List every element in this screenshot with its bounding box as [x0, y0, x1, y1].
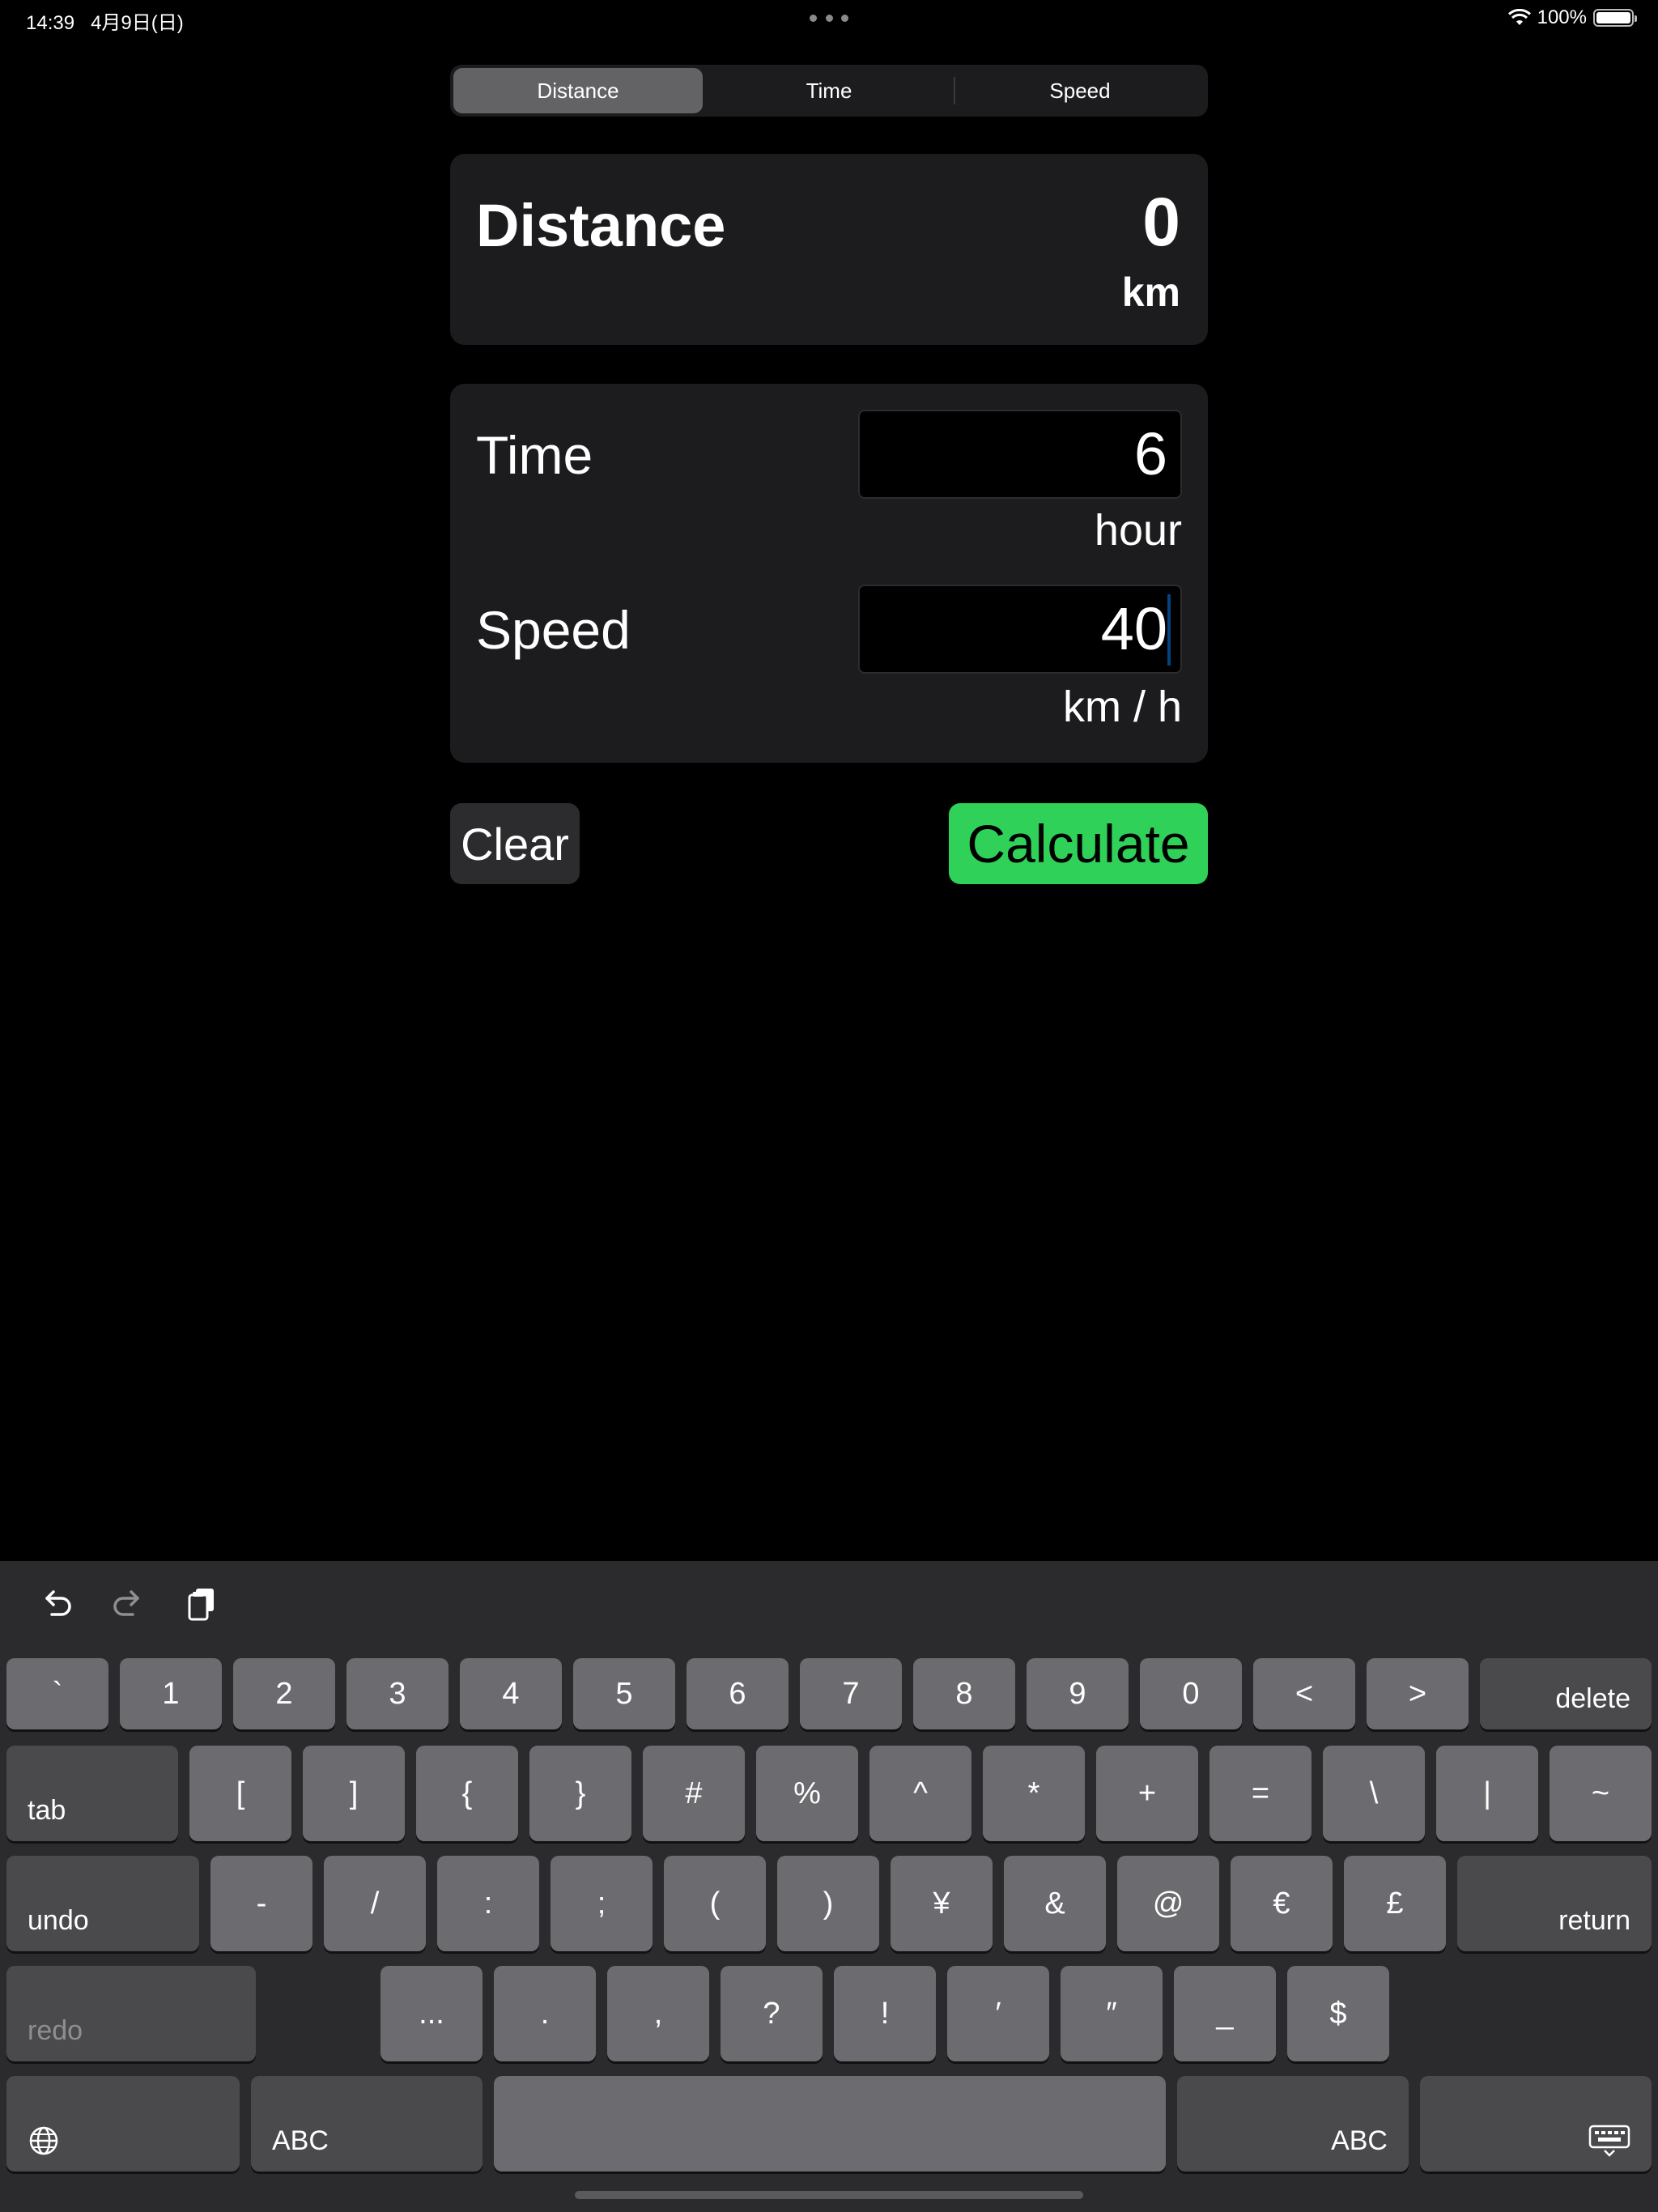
speed-label: Speed — [476, 600, 631, 660]
abc-label: ABC — [1331, 2125, 1388, 2156]
key-symbol[interactable]: = — [1209, 1746, 1312, 1841]
key-symbol[interactable]: * — [983, 1746, 1085, 1841]
undo-icon[interactable] — [36, 1584, 78, 1626]
key-symbol[interactable]: $ — [1287, 1966, 1389, 2061]
key-symbol[interactable]: _ — [1174, 1966, 1276, 2061]
key-symbol[interactable]: ¥ — [891, 1856, 993, 1951]
key-6[interactable]: 5 — [573, 1658, 675, 1729]
key-12[interactable]: < — [1253, 1658, 1355, 1729]
key-symbol[interactable]: ... — [380, 1966, 483, 2061]
keyboard-dismiss-icon — [1588, 2125, 1630, 2157]
key-symbol[interactable]: @ — [1117, 1856, 1219, 1951]
key-symbol[interactable]: & — [1004, 1856, 1106, 1951]
input-card: Time 6 hour Speed 40 km / h — [450, 384, 1208, 763]
key-5[interactable]: 4 — [460, 1658, 562, 1729]
key-11[interactable]: 0 — [1140, 1658, 1242, 1729]
time-label: Time — [476, 425, 593, 485]
globe-key[interactable] — [6, 2076, 240, 2172]
key-symbol[interactable]: ′ — [947, 1966, 1049, 2061]
key-8[interactable]: 7 — [800, 1658, 902, 1729]
key-symbol[interactable]: { — [416, 1746, 518, 1841]
clear-button[interactable]: Clear — [450, 803, 580, 884]
redo-key[interactable]: redo — [6, 1966, 256, 2061]
key-7[interactable]: 6 — [687, 1658, 789, 1729]
tab-time[interactable]: Time — [704, 68, 954, 113]
battery-icon — [1593, 9, 1637, 27]
key-symbol[interactable]: / — [324, 1856, 426, 1951]
speed-input[interactable]: 40 — [858, 585, 1182, 674]
abc-label: ABC — [272, 2125, 329, 2156]
keyboard-shortcut-bar — [0, 1561, 1658, 1658]
key-10[interactable]: 9 — [1027, 1658, 1129, 1729]
result-title: Distance — [476, 192, 726, 259]
key-symbol[interactable]: + — [1096, 1746, 1198, 1841]
multitasking-dots-icon[interactable] — [810, 15, 848, 23]
status-bar-right: 100% — [1507, 6, 1637, 29]
speed-unit: km / h — [1062, 683, 1182, 731]
key-symbol[interactable]: ~ — [1550, 1746, 1652, 1841]
tab-speed[interactable]: Speed — [955, 68, 1205, 113]
text-caret — [1167, 594, 1171, 666]
key-symbol[interactable]: ] — [303, 1746, 405, 1841]
key-symbol[interactable]: ? — [721, 1966, 823, 2061]
mode-segmented-control: Distance Time Speed — [450, 65, 1208, 117]
battery-percent: 100% — [1537, 6, 1587, 28]
home-indicator — [575, 2191, 1083, 2199]
keyboard-dismiss-key[interactable] — [1420, 2076, 1652, 2172]
key-4[interactable]: 3 — [346, 1658, 449, 1729]
result-unit: km — [1121, 270, 1180, 315]
abc-key-right[interactable]: ABC — [1177, 2076, 1409, 2172]
key-symbol[interactable]: ^ — [869, 1746, 971, 1841]
key-symbol[interactable]: ) — [777, 1856, 879, 1951]
key-symbol[interactable]: - — [210, 1856, 312, 1951]
paste-icon[interactable] — [181, 1584, 223, 1626]
delete-key[interactable]: delete — [1480, 1658, 1652, 1729]
calculate-button[interactable]: Calculate — [949, 803, 1208, 884]
key-symbol[interactable]: : — [437, 1856, 539, 1951]
result-card: Distance 0 km — [450, 154, 1208, 345]
wifi-icon — [1507, 9, 1531, 25]
key-symbol[interactable]: £ — [1344, 1856, 1446, 1951]
key-9[interactable]: 8 — [913, 1658, 1015, 1729]
key-symbol[interactable]: ″ — [1061, 1966, 1163, 2061]
abc-key-left[interactable]: ABC — [251, 2076, 483, 2172]
key-symbol[interactable]: . — [494, 1966, 596, 2061]
key-symbol[interactable]: % — [756, 1746, 858, 1841]
globe-icon — [29, 2126, 58, 2155]
key-symbol[interactable]: \ — [1323, 1746, 1425, 1841]
key-symbol[interactable]: , — [607, 1966, 709, 2061]
key-symbol[interactable]: ! — [834, 1966, 936, 2061]
key-symbol[interactable]: } — [529, 1746, 631, 1841]
key-symbol[interactable]: [ — [189, 1746, 291, 1841]
undo-key[interactable]: undo — [6, 1856, 199, 1951]
key-symbol[interactable]: # — [643, 1746, 745, 1841]
keyboard: ` 1 2 3 4 5 6 7 8 9 0 < > delete tab[]{} #% ^ * + = \ | ~ undo -… — [0, 1561, 1658, 2212]
space-bar[interactable] — [494, 2076, 1166, 2172]
key-symbol[interactable]: ( — [664, 1856, 766, 1951]
key-symbol[interactable]: | — [1436, 1746, 1538, 1841]
tab-key[interactable]: tab — [6, 1746, 178, 1841]
key-symbol[interactable]: € — [1231, 1856, 1333, 1951]
status-date: 4月9日(日) — [91, 12, 184, 34]
key-symbol[interactable]: ; — [551, 1856, 653, 1951]
time-unit: hour — [1094, 506, 1182, 555]
time-input[interactable]: 6 — [858, 410, 1182, 499]
status-bar-left: 14:39 4月9日(日) — [26, 6, 184, 35]
key-13[interactable]: > — [1367, 1658, 1469, 1729]
key-3[interactable]: 2 — [233, 1658, 335, 1729]
redo-icon[interactable] — [107, 1584, 149, 1626]
key-1[interactable]: ` — [6, 1658, 108, 1729]
result-value: 0 — [1142, 184, 1180, 260]
status-time: 14:39 — [26, 12, 75, 34]
key-2[interactable]: 1 — [120, 1658, 222, 1729]
return-key[interactable]: return — [1457, 1856, 1652, 1951]
tab-distance[interactable]: Distance — [453, 68, 703, 113]
